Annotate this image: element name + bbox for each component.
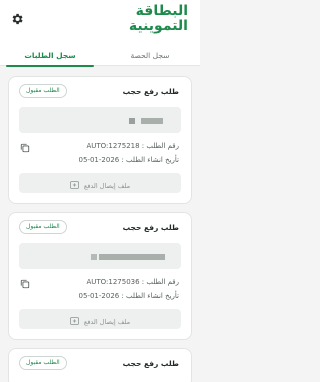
receipt-file-button[interactable]: ملف إيصال الدفع [19, 309, 181, 329]
status-badge: الطلب مقبول [19, 220, 67, 234]
masked-field [19, 107, 181, 133]
app-header: البطاقة التموينية [0, 0, 200, 48]
created-date: تأريخ انشاء الطلب : 2026-01-05 [78, 156, 180, 164]
status-badge: الطلب مقبول [19, 84, 67, 98]
masked-text [129, 118, 135, 124]
copy-icon[interactable] [20, 143, 30, 153]
tab-requests-history-label: سجل الطلبات [24, 51, 76, 60]
active-tab-indicator [6, 65, 94, 67]
receipt-file-button[interactable]: ملف إيصال الدفع [19, 173, 181, 193]
logo-line-2: التموينية [128, 17, 188, 34]
request-card[interactable]: طلب رفع حجب الطلب مقبول رقم الطلب : AUTO… [8, 212, 192, 340]
logo-line-1: البطاقة [135, 3, 188, 19]
masked-text [141, 118, 163, 124]
tab-quota-history[interactable]: سجل الحصة [100, 48, 200, 66]
receipt-label: ملف إيصال الدفع [83, 182, 131, 190]
created-date: تأريخ انشاء الطلب : 2026-01-05 [78, 292, 180, 300]
request-card[interactable]: طلب رفع حجب الطلب مقبول [8, 348, 192, 382]
add-photo-icon [69, 317, 79, 325]
request-title: طلب رفع حجب [122, 87, 179, 96]
tab-requests-history[interactable]: سجل الطلبات [0, 48, 100, 67]
masked-text [99, 254, 165, 260]
request-number: رقم الطلب : AUTO:1275036 [86, 278, 179, 286]
request-title: طلب رفع حجب [122, 223, 179, 232]
masked-field [19, 243, 181, 269]
copy-icon[interactable] [20, 279, 30, 289]
app-logo: البطاقة التموينية [129, 4, 188, 33]
add-photo-icon [69, 181, 79, 189]
request-card[interactable]: طلب رفع حجب الطلب مقبول رقم الطلب : AUTO… [8, 76, 192, 204]
status-badge: الطلب مقبول [19, 356, 67, 370]
gear-icon[interactable] [10, 12, 24, 26]
request-title: طلب رفع حجب [122, 359, 179, 368]
receipt-label: ملف إيصال الدفع [83, 318, 131, 326]
tab-bar: سجل الحصة سجل الطلبات [0, 48, 200, 67]
masked-text [91, 254, 97, 260]
request-number: رقم الطلب : AUTO:1275218 [86, 142, 179, 150]
